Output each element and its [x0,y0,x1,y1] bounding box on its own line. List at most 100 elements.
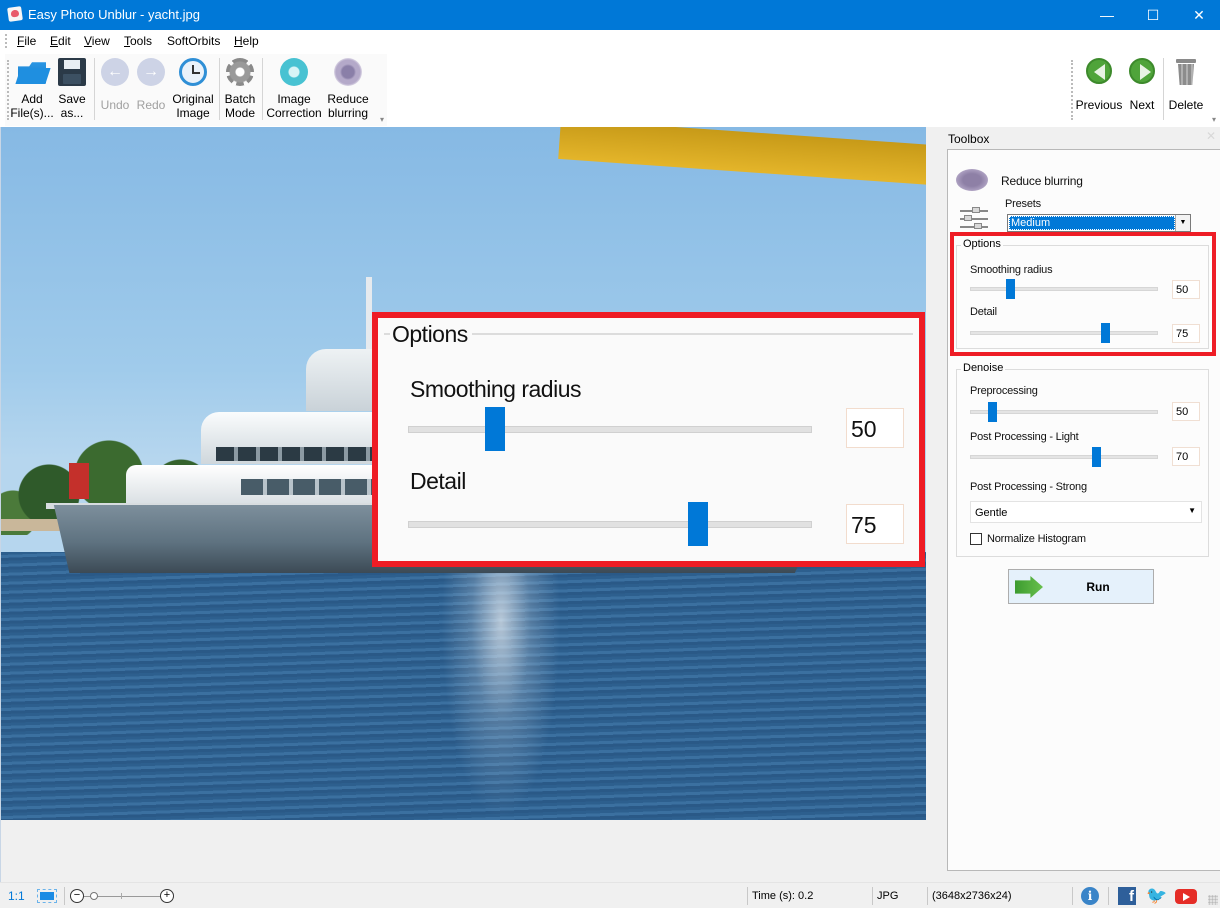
menu-view[interactable]: View [84,34,110,48]
add-files-button[interactable]: Add File(s)... [10,56,54,120]
floppy-disk-icon [58,58,86,86]
post-light-value[interactable]: 70 [1172,447,1200,466]
detail-slider[interactable] [1100,323,1110,343]
title-bar: Easy Photo Unblur - yacht.jpg — ☐ ✕ [0,0,1220,30]
menu-edit-label: dit [58,34,71,48]
correction-star-icon [280,58,308,86]
detail-track[interactable] [970,331,1158,335]
photo-flag [69,463,89,499]
toolbox-close-icon[interactable]: ✕ [1206,129,1216,143]
toolbox-title: Toolbox [948,132,990,146]
resize-grip[interactable] [1208,895,1218,905]
post-strong-value: Gentle [975,507,1008,519]
menu-tools[interactable]: Tools [124,34,152,48]
reduce-blurring-label: Reduce blurring [327,92,369,120]
batch-mode-button[interactable]: Batch Mode [222,56,258,120]
preprocessing-slider[interactable] [987,402,997,422]
menu-softorbits[interactable]: SoftOrbits [167,34,220,48]
toolbar-overflow-icon[interactable]: ▾ [380,115,384,124]
status-separator [1108,887,1109,905]
presets-sliders-icon [960,206,988,232]
status-separator [927,887,928,905]
undo-button[interactable]: Undo [99,56,131,112]
previous-button[interactable]: Previous [1076,56,1122,112]
image-correction-button[interactable]: Image Correction [266,56,322,120]
image-dimensions: (3648x2736x24) [932,890,1012,902]
preprocessing-value[interactable]: 50 [1172,402,1200,421]
normalize-histogram-checkbox[interactable] [970,533,982,545]
zoom-slider-knob[interactable] [90,892,98,900]
image-canvas[interactable]: Options Smoothing radius 50 Detail 75 [0,127,942,882]
zoom-in-button[interactable]: + [160,889,174,903]
post-strong-select[interactable]: Gentle ▼ [970,501,1202,523]
normalize-histogram-label[interactable]: Normalize Histogram [987,533,1086,545]
photo-sea-glare [441,572,561,820]
toolbox-header: Toolbox ✕ [946,127,1220,149]
delete-button[interactable]: Delete [1167,56,1205,112]
photo-awning [558,127,926,186]
menu-softorbits-label: SoftOrbits [167,34,221,48]
post-light-track[interactable] [970,455,1158,459]
arrow-left-circle-icon [1086,58,1112,84]
next-button[interactable]: Next [1126,56,1158,112]
smoothing-radius-label: Smoothing radius [970,264,1053,276]
smoothing-radius-track[interactable] [970,287,1158,291]
processing-time: Time (s): 0.2 [752,890,814,902]
run-button[interactable]: Run [1008,569,1154,604]
yacht-photo: Options Smoothing radius 50 Detail 75 [1,127,926,820]
status-separator [1072,887,1073,905]
callout-detail-thumb [688,502,709,546]
menu-file-label: ile [24,34,37,48]
toolbar-overflow-icon[interactable]: ▾ [1212,115,1216,124]
maximize-button[interactable]: ☐ [1130,0,1176,30]
redo-button[interactable]: Redo [135,56,167,112]
fit-window-icon[interactable] [37,889,57,903]
preprocessing-track[interactable] [970,410,1158,414]
menu-bar: File Edit View Tools SoftOrbits Help [0,30,1220,52]
toolbox-panel: Toolbox ✕ Reduce blurring Presets Medium… [946,127,1220,882]
menu-help[interactable]: Help [234,34,259,48]
callout-smoothing-track [408,426,812,433]
save-as-label: Save as... [58,92,86,120]
menu-view-label: iew [91,34,110,48]
toolbar-separator [1163,58,1164,120]
status-separator [872,887,873,905]
post-strong-label: Post Processing - Strong [970,481,1087,493]
reduce-blurring-icon [956,169,988,191]
twitter-icon[interactable]: 🐦 [1146,887,1167,904]
detail-label: Detail [970,306,997,318]
post-light-slider[interactable] [1091,447,1101,467]
minimize-button[interactable]: — [1084,0,1130,30]
redo-arrow-icon [137,58,165,86]
presets-select[interactable]: Medium ▼ [1007,214,1191,232]
callout-smoothing-label: Smoothing radius [410,376,582,402]
smoothing-radius-value[interactable]: 50 [1172,280,1200,299]
facebook-icon[interactable]: f [1118,887,1136,905]
menu-file[interactable]: File [17,34,36,48]
toolbar-grip-right [1071,60,1073,120]
save-as-button[interactable]: Save as... [55,56,89,120]
status-separator [747,887,748,905]
denoise-title: Denoise [961,362,1006,374]
original-image-button[interactable]: Original Image [170,56,216,120]
original-image-label: Original Image [172,92,214,120]
redo-label: Redo [136,98,166,112]
blur-icon [334,58,362,86]
zoom-out-button[interactable]: − [70,889,84,903]
smoothing-radius-slider[interactable] [1005,279,1015,299]
menu-edit[interactable]: Edit [50,34,71,48]
youtube-icon[interactable] [1175,889,1197,904]
info-icon[interactable]: i [1081,887,1099,905]
close-button[interactable]: ✕ [1176,0,1220,30]
toolbar-separator [219,58,220,120]
zoom-slider-tick [121,893,122,899]
window-title: Easy Photo Unblur - yacht.jpg [28,7,200,22]
add-files-label: Add File(s)... [10,92,54,120]
callout-options-title: Options [390,321,472,348]
detail-value[interactable]: 75 [1172,324,1200,343]
reduce-blurring-button[interactable]: Reduce blurring [325,56,371,120]
previous-label: Previous [1075,98,1123,112]
folder-open-icon [15,58,51,86]
callout-detail-label: Detail [410,468,466,494]
actual-size-button[interactable]: 1:1 [8,889,25,903]
